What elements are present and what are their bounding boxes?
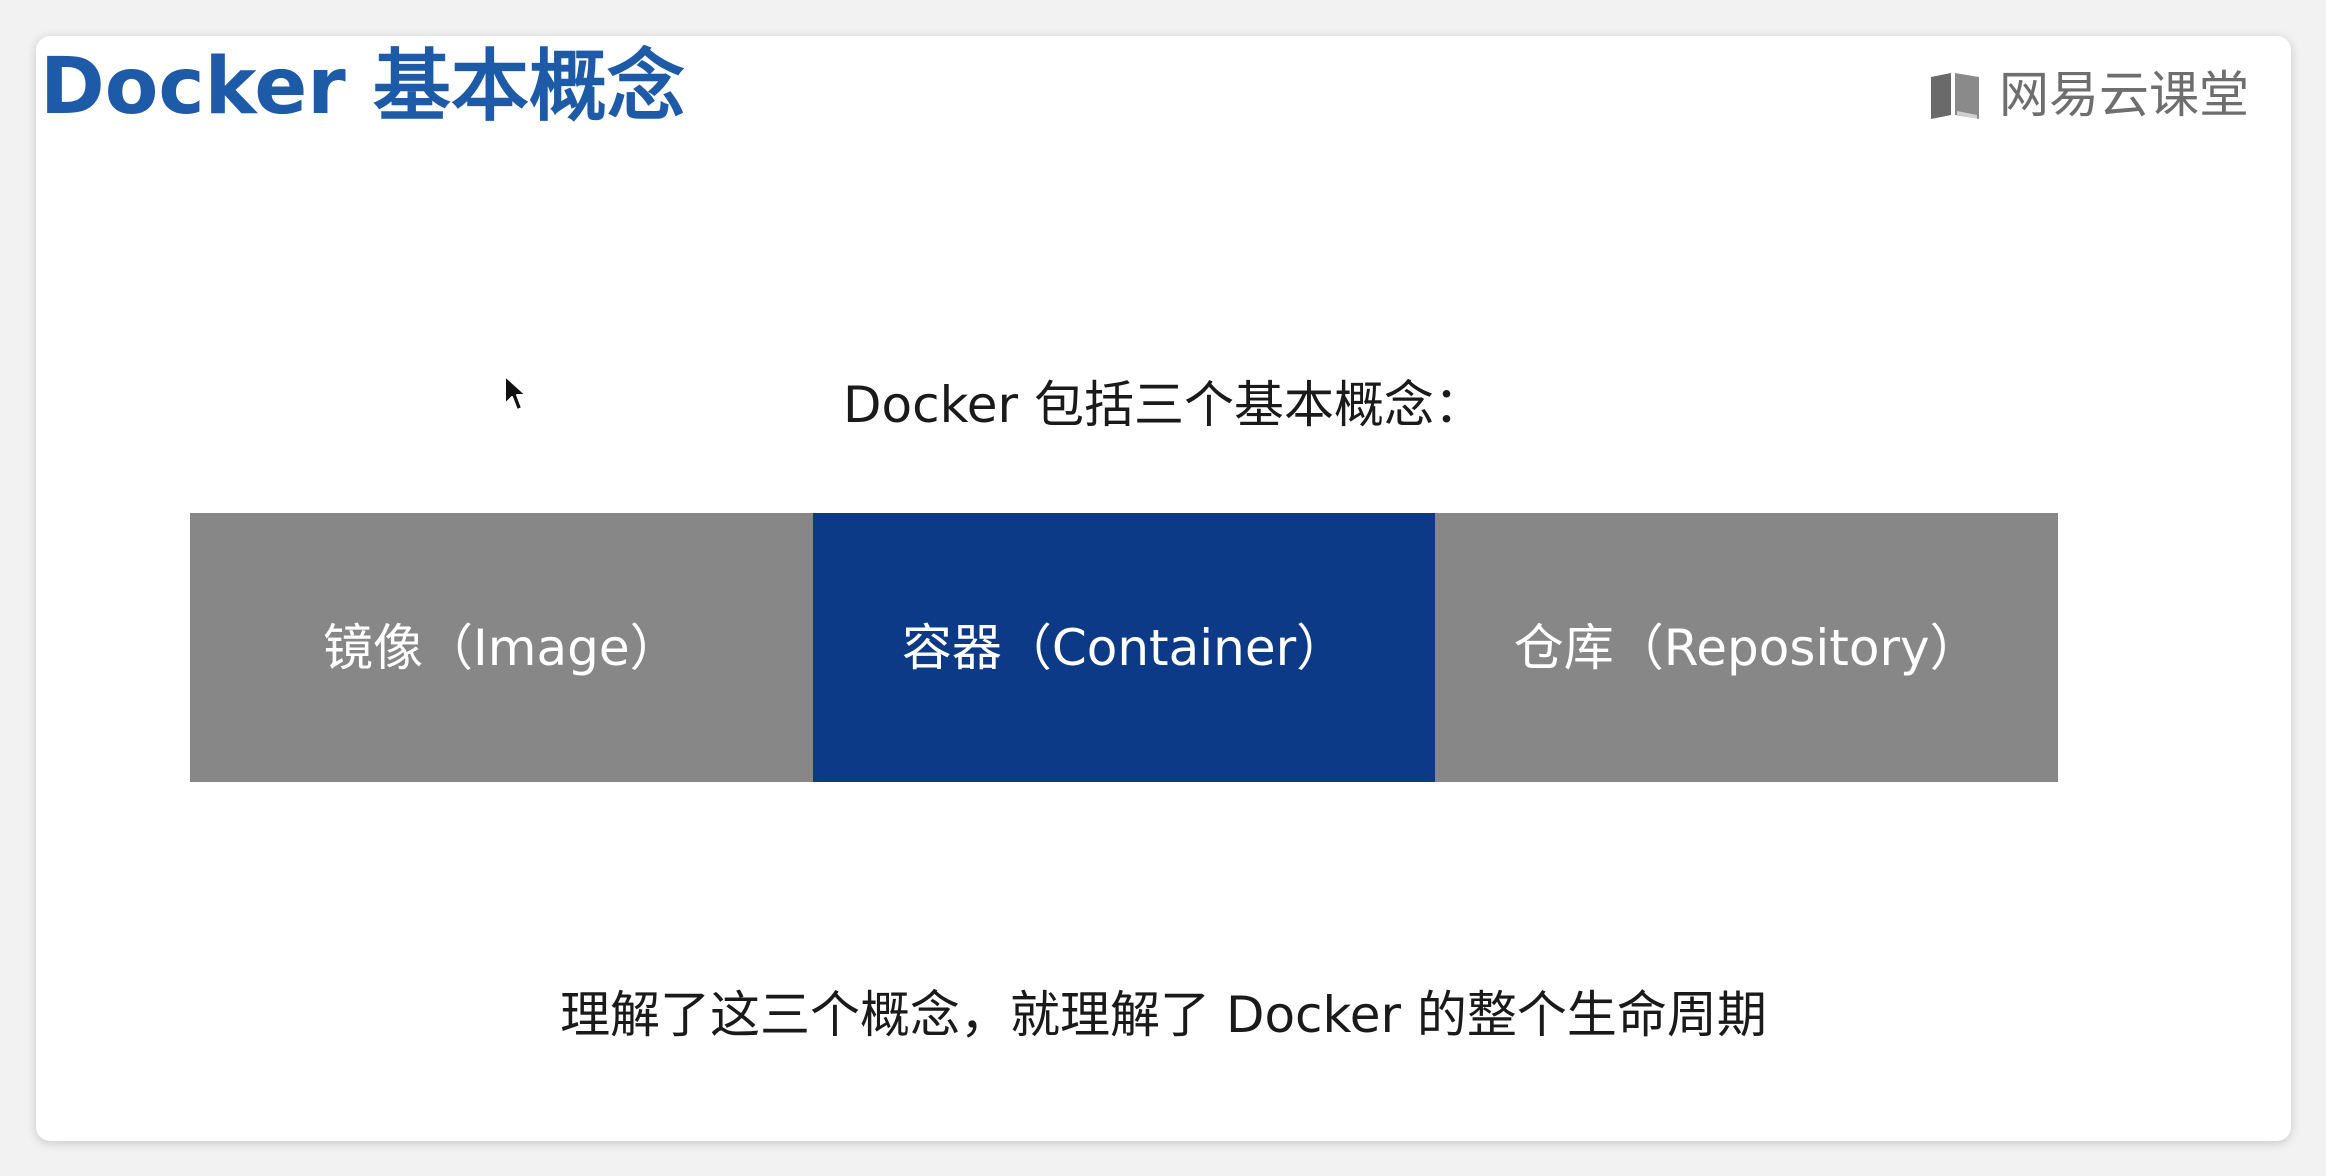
concept-container[interactable]: 容器（Container） xyxy=(812,513,1436,782)
concept-repository[interactable]: 仓库（Repository） xyxy=(1435,513,2059,782)
concept-image[interactable]: 镜像（Image） xyxy=(190,513,813,782)
brand-name: 网易云课堂 xyxy=(1999,66,2249,124)
book-logo-icon xyxy=(1931,73,1979,119)
concept-row: 镜像（Image） 容器（Container） 仓库（Repository） xyxy=(190,513,2059,782)
brand-logo: 网易云课堂 xyxy=(1927,60,2249,130)
slide-title: Docker 基本概念 xyxy=(40,42,685,132)
intro-text: Docker 包括三个基本概念： xyxy=(843,376,1484,434)
slide: Docker 基本概念 网易云课堂 Docker 包括三个基本概念： 镜像（Im… xyxy=(36,36,2291,1141)
summary-text: 理解了这三个概念，就理解了 Docker 的整个生命周期 xyxy=(560,986,1767,1044)
